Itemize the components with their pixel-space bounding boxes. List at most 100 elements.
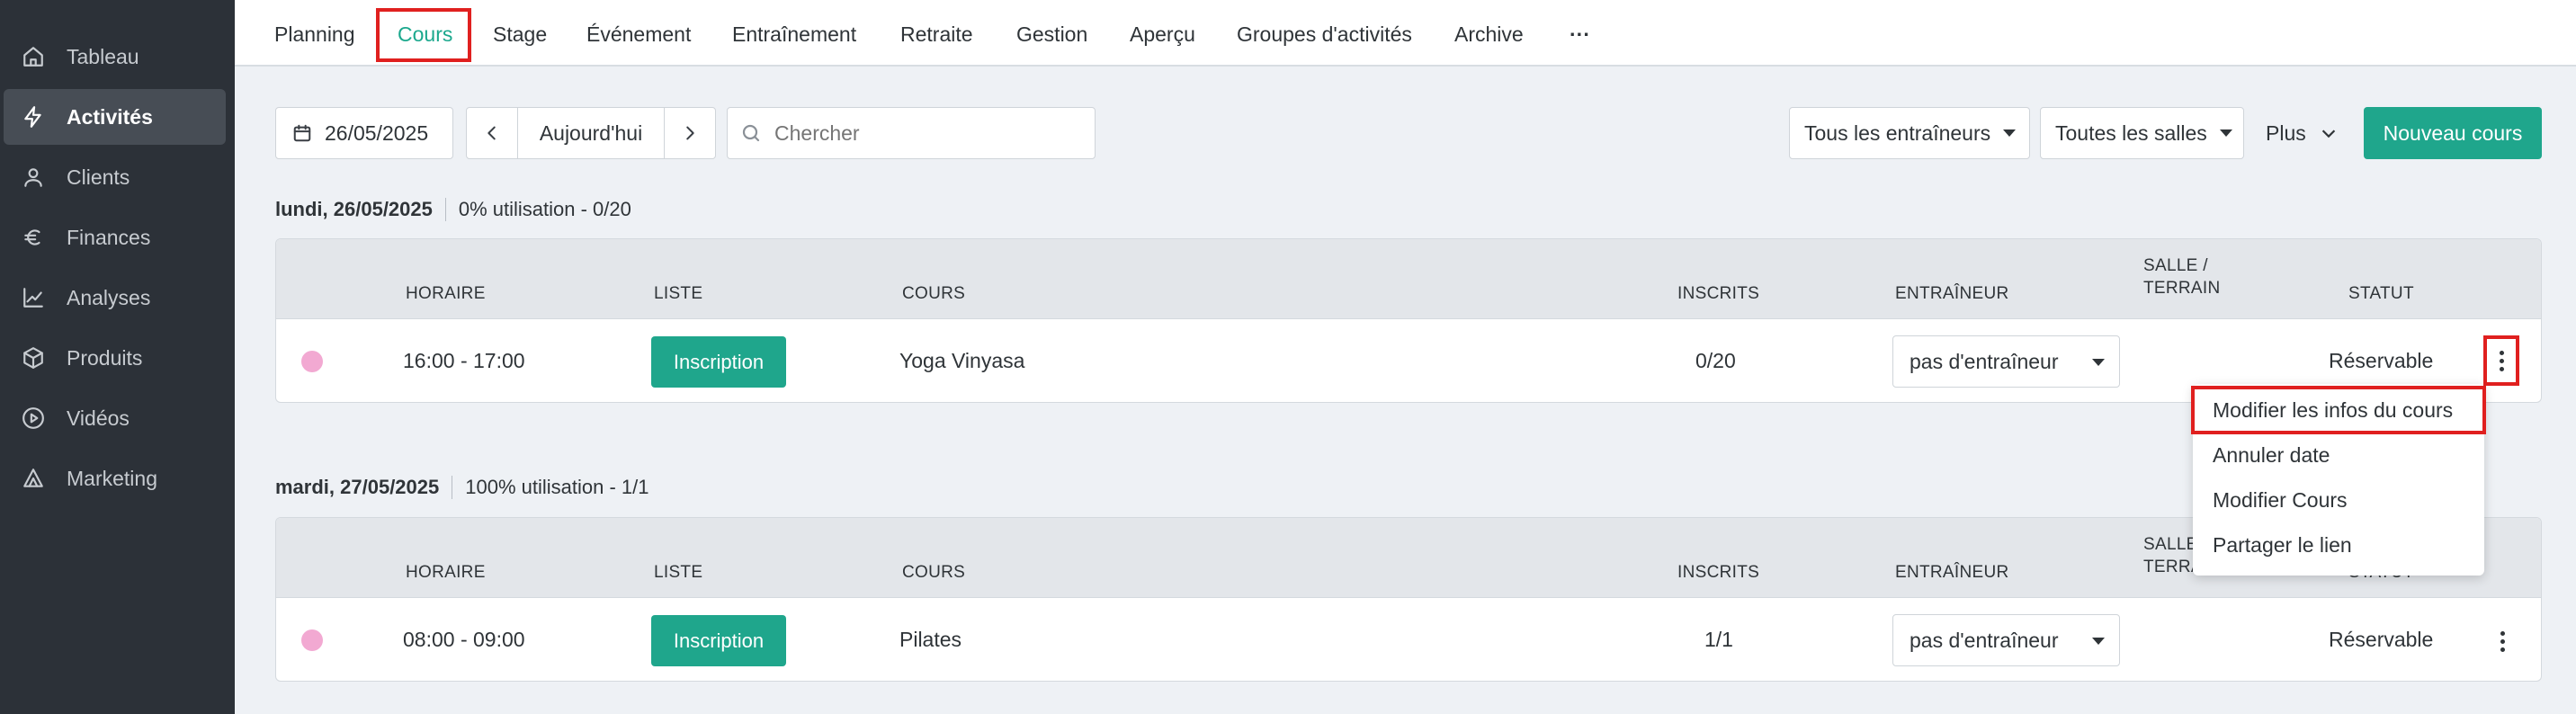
euro-icon xyxy=(22,226,45,249)
sidebar-item-produits[interactable]: Produits xyxy=(4,330,226,386)
tab-gestion[interactable]: Gestion xyxy=(1016,9,1087,59)
sidebar-item-activites[interactable]: Activités xyxy=(4,89,226,145)
inscription-button[interactable]: Inscription xyxy=(651,336,786,388)
calendar-icon xyxy=(293,124,311,142)
kebab-dot xyxy=(2500,638,2505,644)
sidebar-item-finances[interactable]: Finances xyxy=(4,210,226,265)
bolt-icon xyxy=(22,105,45,129)
menu-item-edit-course-info[interactable]: Modifier les infos du cours xyxy=(2191,386,2486,434)
date-picker[interactable]: 26/05/2025 xyxy=(275,107,453,159)
row-registered: 0/20 xyxy=(1695,349,1736,372)
trainer-select[interactable]: pas d'entraîneur xyxy=(1892,614,2120,666)
tab-retraite[interactable]: Retraite xyxy=(900,9,973,59)
search-icon xyxy=(742,124,760,142)
column-cours: COURS xyxy=(902,284,966,303)
search-input[interactable] xyxy=(774,120,1080,146)
trainer-select[interactable]: pas d'entraîneur xyxy=(1892,335,2120,388)
column-entraineur: ENTRAÎNEUR xyxy=(1895,563,2009,582)
caret-down-icon xyxy=(2092,638,2105,645)
row-time: 08:00 - 09:00 xyxy=(403,628,525,651)
kebab-dot xyxy=(2500,630,2505,636)
day-header: lundi, 26/05/2025 0% utilisation - 0/20 xyxy=(275,198,631,221)
column-liste: LISTE xyxy=(654,563,703,582)
trainer-select-value: pas d'entraîneur xyxy=(1910,628,2059,652)
sidebar-item-label: Marketing xyxy=(67,466,157,490)
day-utilisation: 100% utilisation - 1/1 xyxy=(465,476,649,498)
table-header: HORAIRE LISTE COURS INSCRITS ENTRAÎNEUR … xyxy=(276,239,2541,319)
caret-down-icon xyxy=(2003,129,2017,137)
sidebar-item-marketing[interactable]: Marketing xyxy=(4,451,226,506)
kebab-dot xyxy=(2499,358,2504,363)
menu-item-cancel-date[interactable]: Annuler date xyxy=(2193,433,2484,477)
new-course-button[interactable]: Nouveau cours xyxy=(2364,107,2542,159)
caret-down-icon xyxy=(2092,359,2105,366)
tab-stage[interactable]: Stage xyxy=(493,9,547,59)
search-field[interactable] xyxy=(727,107,1096,159)
inscription-button[interactable]: Inscription xyxy=(651,615,786,666)
tab-entrainement[interactable]: Entraînement xyxy=(732,9,856,59)
tab-evenement[interactable]: Événement xyxy=(586,9,691,59)
sidebar-item-clients[interactable]: Clients xyxy=(4,149,226,205)
course-color-dot xyxy=(301,629,323,651)
tab-groupes-activites[interactable]: Groupes d'activités xyxy=(1237,9,1412,59)
room-filter-label: Toutes les salles xyxy=(2055,120,2207,145)
sidebar-item-label: Analyses xyxy=(67,285,151,309)
trainer-select-value: pas d'entraîneur xyxy=(1910,349,2059,373)
trainer-filter-label: Tous les entraîneurs xyxy=(1804,120,1991,145)
sidebar-item-label: Tableau xyxy=(67,44,139,68)
column-horaire: HORAIRE xyxy=(406,284,486,303)
today-button[interactable]: Aujourd'hui xyxy=(518,108,664,158)
column-cours: COURS xyxy=(902,563,966,582)
next-day-button[interactable] xyxy=(664,108,715,158)
row-time: 16:00 - 17:00 xyxy=(403,349,525,372)
sidebar-item-analyses[interactable]: Analyses xyxy=(4,270,226,326)
kebab-dot xyxy=(2499,350,2504,355)
row-context-menu: Modifier les infos du cours Annuler date… xyxy=(2191,384,2486,576)
top-tabs: Planning Cours Stage Événement Entraînem… xyxy=(235,0,2576,67)
column-liste: LISTE xyxy=(654,284,703,303)
menu-item-share-link[interactable]: Partager le lien xyxy=(2193,522,2484,567)
trainer-filter[interactable]: Tous les entraîneurs xyxy=(1789,107,2030,159)
row-course-name: Yoga Vinyasa xyxy=(899,349,1025,372)
megaphone-icon xyxy=(22,467,45,490)
chevron-right-icon xyxy=(686,126,694,140)
caret-down-icon xyxy=(2219,129,2232,137)
day-date: mardi, 27/05/2025 xyxy=(275,476,453,499)
more-label: Plus xyxy=(2266,120,2306,145)
row-registered: 1/1 xyxy=(1704,628,1733,651)
row-course-name: Pilates xyxy=(899,628,962,651)
box-icon xyxy=(22,346,45,370)
column-statut: STATUT xyxy=(2348,284,2414,303)
room-filter[interactable]: Toutes les salles xyxy=(2040,107,2244,159)
more-tabs-icon[interactable]: ··· xyxy=(1570,9,1590,59)
home-icon xyxy=(22,45,45,68)
date-value: 26/05/2025 xyxy=(325,120,429,145)
more-dropdown[interactable]: Plus xyxy=(2266,107,2339,159)
kebab-dot xyxy=(2499,366,2504,371)
course-table-day-1: HORAIRE LISTE COURS INSCRITS ENTRAÎNEUR … xyxy=(275,238,2542,403)
row-actions-kebab-button[interactable] xyxy=(2484,616,2520,666)
column-salle: SALLE / TERRAIN xyxy=(2143,254,2221,299)
tab-archive[interactable]: Archive xyxy=(1454,9,1524,59)
column-entraineur: ENTRAÎNEUR xyxy=(1895,284,2009,303)
day-header: mardi, 27/05/2025 100% utilisation - 1/1 xyxy=(275,476,648,499)
row-actions-kebab-button[interactable] xyxy=(2483,335,2519,386)
chart-line-icon xyxy=(22,286,45,309)
chevron-left-icon xyxy=(487,126,496,140)
highlight-box-tab xyxy=(376,8,471,62)
tab-apercu[interactable]: Aperçu xyxy=(1130,9,1195,59)
sidebar-item-videos[interactable]: Vidéos xyxy=(4,390,226,446)
previous-day-button[interactable] xyxy=(467,108,518,158)
day-date: lundi, 26/05/2025 xyxy=(275,198,446,221)
kebab-dot xyxy=(2500,647,2505,652)
sidebar-item-label: Finances xyxy=(67,225,151,249)
row-status: Réservable xyxy=(2329,628,2434,651)
tab-planning[interactable]: Planning xyxy=(274,9,355,59)
play-circle-icon xyxy=(22,406,45,430)
sidebar-item-label: Clients xyxy=(67,165,130,189)
user-icon xyxy=(22,165,45,189)
date-navigation: Aujourd'hui xyxy=(466,107,716,159)
menu-item-edit-course[interactable]: Modifier Cours xyxy=(2193,477,2484,522)
day-utilisation: 0% utilisation - 0/20 xyxy=(458,198,631,220)
sidebar-item-tableau[interactable]: Tableau xyxy=(4,29,226,85)
